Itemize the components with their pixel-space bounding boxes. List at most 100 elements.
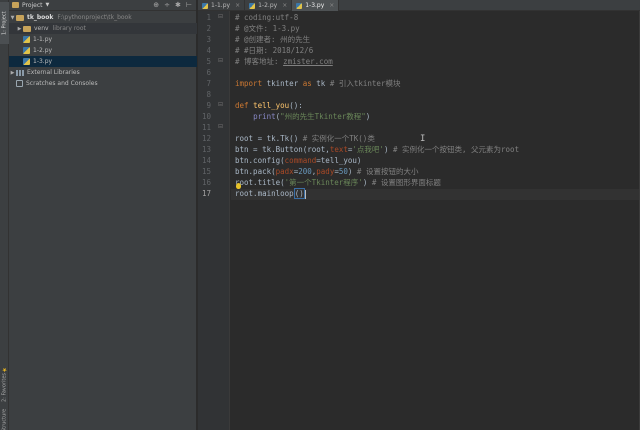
tab-label: 1-1.py <box>211 2 231 9</box>
file-name: 1-1.py <box>33 36 53 43</box>
tree-external-libraries[interactable]: ▶ External Libraries <box>9 67 197 78</box>
code-line-3[interactable]: # @创建者: 州的先生 <box>235 34 310 45</box>
chevron-down-icon[interactable]: ▼ <box>46 2 50 8</box>
code-text: ) <box>383 145 393 154</box>
fold-icon[interactable]: ⊟ <box>218 57 223 64</box>
line-number: 16 <box>201 178 211 187</box>
project-folder-icon <box>12 2 19 8</box>
structure-tool-tab[interactable]: Structure <box>0 408 9 430</box>
code-line-1[interactable]: # coding:utf-8 <box>235 12 298 23</box>
code-line-13[interactable]: btn = tk.Button(root,text='点我吧') # 实例化一个… <box>235 144 519 155</box>
chevron-right-icon[interactable]: ▶ <box>16 26 23 32</box>
comment: # @文件: 1-3.py <box>235 24 300 33</box>
python-file-icon <box>249 2 256 9</box>
tree-scratches[interactable]: Scratches and Consoles <box>9 78 197 89</box>
locate-icon[interactable]: ⊕ <box>153 1 159 9</box>
code-text: btn.config( <box>235 156 285 165</box>
tree-file-1-2[interactable]: 1-2.py <box>9 45 197 56</box>
favorites-tool-tab[interactable]: 2: Favorites ★ <box>0 360 9 408</box>
code-line-17[interactable]: root.mainloop() <box>235 188 306 199</box>
fold-icon[interactable]: ⊟ <box>218 101 223 108</box>
lightbulb-icon[interactable] <box>236 183 241 189</box>
python-file-icon <box>23 47 30 54</box>
blog-link[interactable]: zmister.com <box>283 57 333 66</box>
code-line-5[interactable]: # 博客地址: zmister.com <box>235 56 333 67</box>
code-line-12[interactable]: root = tk.Tk() # 实例化一个TK()类 <box>235 133 375 144</box>
tool-window-strip: 1: Project 2: Favorites ★ Structure <box>0 0 9 430</box>
code-text: root.title( <box>235 178 285 187</box>
python-file-icon <box>296 2 303 9</box>
line-number: 12 <box>201 134 211 143</box>
comment: # @创建者: 州的先生 <box>235 35 311 44</box>
number: 200 <box>298 167 312 176</box>
builtin: print <box>253 112 276 121</box>
comment: # 实例化一个按钮类, 父元素为root <box>392 145 520 154</box>
comment: # 博客地址: <box>235 57 284 66</box>
keyword: as <box>302 79 312 88</box>
tab-1-1[interactable]: 1-1.py × <box>198 0 246 11</box>
code-line-2[interactable]: # @文件: 1-3.py <box>235 23 300 34</box>
keyword: import <box>235 79 263 88</box>
code-text: =tell_you) <box>316 156 362 165</box>
line-number-gutter[interactable]: 1 2 3 4 5 6 7 8 9 10 11 12 13 14 15 16 1… <box>198 11 230 430</box>
hide-panel-icon[interactable]: ⊢ <box>186 1 192 9</box>
line-number: 13 <box>201 145 211 154</box>
favorites-tab-label: 2: Favorites <box>1 372 8 403</box>
line-number: 2 <box>206 24 211 33</box>
ibeam-cursor-icon: I <box>420 134 426 144</box>
code-line-14[interactable]: btn.config(command=tell_you) <box>235 155 361 166</box>
project-panel-title[interactable]: Project <box>22 2 43 9</box>
comment: # 设置按钮的大小 <box>356 167 419 176</box>
tab-1-2[interactable]: 1-2.py × <box>245 0 293 11</box>
tab-label: 1-3.py <box>305 2 325 9</box>
code-line-7[interactable]: import tkinter as tk # 引入tkinter模块 <box>235 78 400 89</box>
collapse-icon[interactable]: ÷ <box>164 1 170 9</box>
root-folder-name: tk_book <box>27 14 54 21</box>
folder-icon <box>16 14 24 21</box>
close-icon[interactable]: × <box>282 2 287 9</box>
code-text: ) <box>347 167 357 176</box>
line-number: 10 <box>201 112 211 121</box>
project-tool-tab[interactable]: 1: Project <box>0 2 9 44</box>
chevron-right-icon[interactable]: ▶ <box>9 70 16 76</box>
close-icon[interactable]: × <box>329 2 334 9</box>
close-icon[interactable]: × <box>235 2 240 9</box>
line-number: 5 <box>206 57 211 66</box>
chevron-down-icon[interactable]: ▼ <box>9 15 16 21</box>
text-caret <box>304 189 306 199</box>
code-editor[interactable]: # coding:utf-8 # @文件: 1-3.py # @创建者: 州的先… <box>231 11 640 430</box>
code-line-9[interactable]: def tell_you(): <box>235 100 303 111</box>
line-number: 11 <box>201 123 211 132</box>
python-file-icon <box>23 58 30 65</box>
scratches-label: Scratches and Consoles <box>26 80 98 87</box>
line-number: 1 <box>206 13 211 22</box>
line-number: 17 <box>201 189 211 198</box>
python-file-icon <box>23 36 30 43</box>
code-line-4[interactable]: # #日期: 2018/12/6 <box>235 45 313 56</box>
tree-file-1-1[interactable]: 1-1.py <box>9 34 197 45</box>
star-icon: ★ <box>1 365 8 373</box>
line-number: 15 <box>201 167 211 176</box>
code-line-15[interactable]: btn.pack(padx=200,pady=50) # 设置按钮的大小 <box>235 166 418 177</box>
code-line-10[interactable]: print("州的先生Tkinter教程") <box>235 111 370 122</box>
code-text: btn = tk.Button(root, <box>235 145 330 154</box>
fold-icon[interactable]: ⊟ <box>218 13 223 20</box>
code-text: btn.pack( <box>235 167 276 176</box>
tree-venv-folder[interactable]: ▶ venv library root <box>9 23 197 34</box>
code-line-16[interactable]: root.title('第一个Tkinter程序') # 设置图形界面标题 <box>235 177 441 188</box>
param: command <box>284 156 317 165</box>
python-file-icon <box>202 2 208 9</box>
code-text: (): <box>289 101 303 110</box>
comment: # 引入tkinter模块 <box>329 79 401 88</box>
gear-icon[interactable]: ✱ <box>175 1 181 9</box>
tree-file-1-3[interactable]: 1-3.py <box>9 56 197 67</box>
project-panel: Project ▼ ⊕ ÷ ✱ ⊢ ▼ tk_book F:\pythonpro… <box>9 0 197 430</box>
fold-icon[interactable]: ⊟ <box>218 123 223 130</box>
string: '第一个Tkinter程序' <box>284 178 363 187</box>
scratch-icon <box>16 80 23 87</box>
venv-folder-name: venv <box>34 25 49 32</box>
tree-root-folder[interactable]: ▼ tk_book F:\pythonproject\tk_book <box>9 12 197 23</box>
panel-actions: ⊕ ÷ ✱ ⊢ <box>153 1 192 9</box>
tab-1-3[interactable]: 1-3.py × <box>292 0 340 11</box>
